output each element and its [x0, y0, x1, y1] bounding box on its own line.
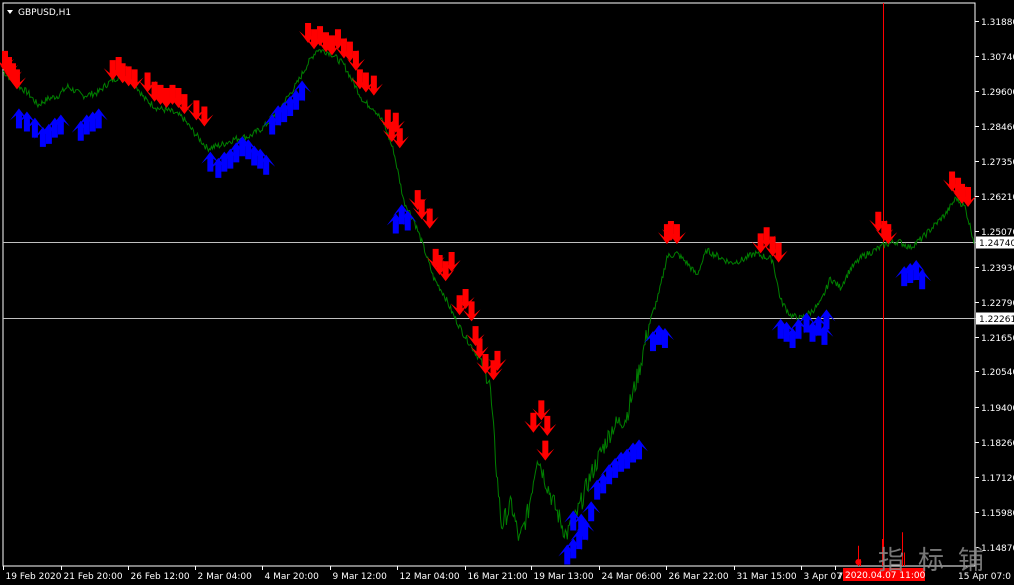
price-label-text: 1.24740 — [979, 239, 1014, 249]
time-tick-label: 12 Mar 04:00 — [400, 572, 460, 582]
spike-dot — [855, 559, 862, 565]
price-tick-label: 1.21650 — [981, 334, 1014, 344]
price-tick-label: 1.22790 — [981, 299, 1014, 309]
price-tick-label: 1.26210 — [981, 193, 1014, 203]
price-tick-label: 1.15980 — [981, 509, 1014, 519]
time-tick-label: 16 Mar 21:00 — [468, 572, 528, 582]
chart-canvas[interactable]: 1.31880 1.30740 1.29600 1.28460 1.27350 1.262… — [0, 0, 1014, 585]
time-tick-label: 24 Mar 06:00 — [602, 572, 662, 582]
time-tick-label: 9 Mar 12:00 — [333, 572, 388, 582]
time-tick-label: 26 Feb 12:00 — [131, 572, 190, 582]
price-tick-label: 1.23930 — [981, 264, 1014, 274]
price-tick-label: 1.29600 — [981, 88, 1014, 98]
chart-title: GBPUSD,H1 — [18, 8, 71, 18]
price-label-text: 1.22261 — [979, 315, 1014, 325]
price-tick-label: 1.27350 — [981, 158, 1014, 168]
time-tick-label: 2 Mar 04:00 — [198, 572, 253, 582]
time-tick-label: 19 Feb 2020 — [6, 572, 62, 582]
price-tick-label: 1.17120 — [981, 474, 1014, 484]
price-tick-label: 1.31880 — [981, 18, 1014, 28]
price-tick-label: 1.18260 — [981, 439, 1014, 449]
time-tick-label: 4 Mar 20:00 — [265, 572, 320, 582]
watermark: 指标铺 — [878, 546, 998, 576]
time-tick-label: 19 Mar 13:00 — [534, 572, 594, 582]
price-tick-label: 1.30740 — [981, 53, 1014, 63]
time-tick-label: 31 Mar 15:00 — [737, 572, 797, 582]
time-tick-label: 26 Mar 22:00 — [669, 572, 729, 582]
price-tick-label: 1.19400 — [981, 404, 1014, 414]
price-tick-label: 1.28460 — [981, 123, 1014, 133]
time-tick-label: 21 Feb 20:00 — [64, 572, 123, 582]
time-tick-label: 7 — [838, 572, 844, 582]
price-tick-label: 1.20540 — [981, 368, 1014, 378]
